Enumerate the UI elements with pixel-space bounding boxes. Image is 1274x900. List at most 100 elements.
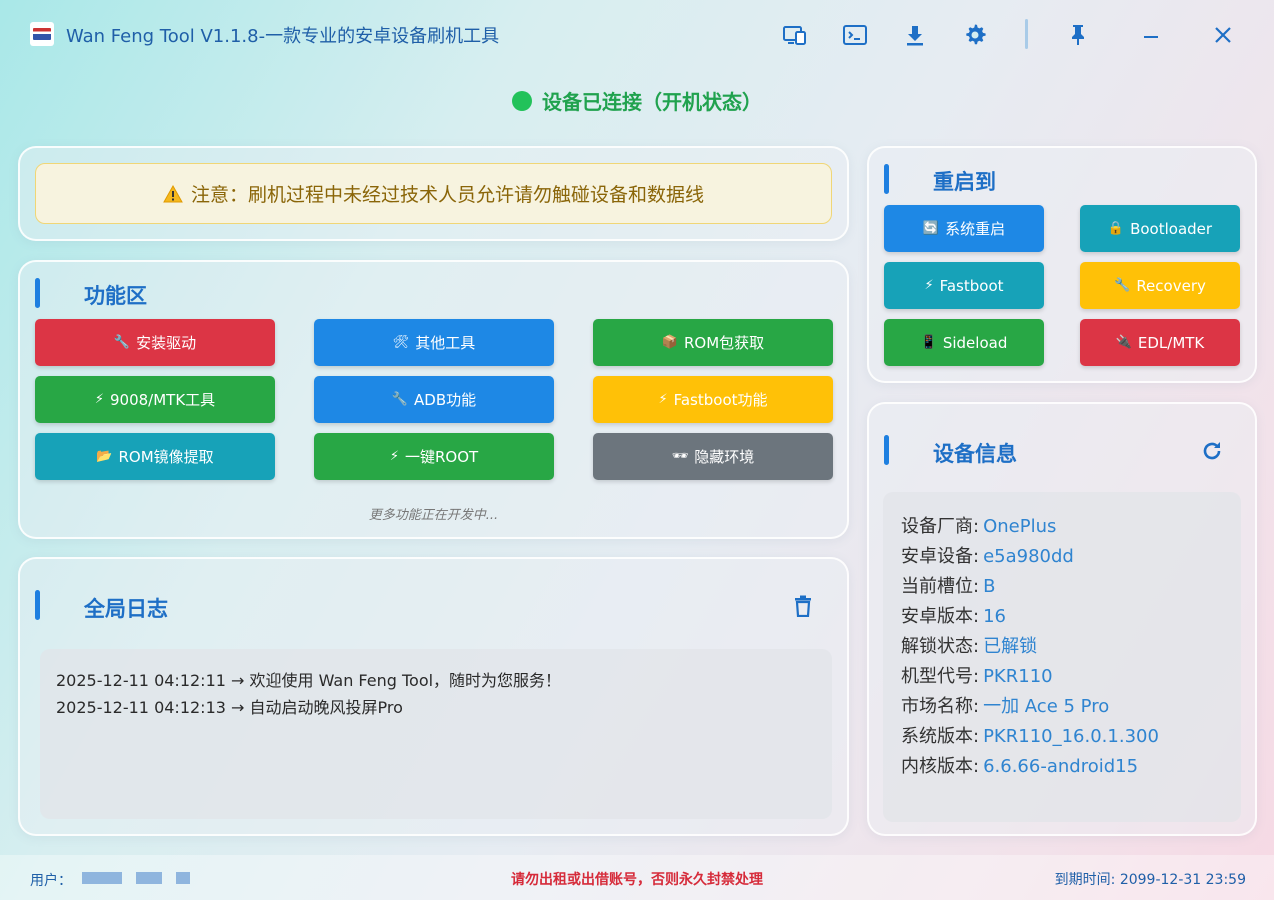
button-label: ADB功能 [414, 391, 477, 409]
lock-icon: 🔒 [1107, 221, 1125, 236]
info-row-vendor: 设备厂商: OnePlus [901, 512, 1223, 542]
log-line: 2025-12-11 04:12:13 → 自动启动晚风投屏Pro [56, 698, 403, 717]
button-label: Fastboot功能 [673, 391, 768, 409]
one-click-root-button[interactable]: ⚡ 一键ROOT [314, 433, 554, 480]
button-label: 其他工具 [415, 334, 476, 352]
lightning-icon: ⚡ [389, 449, 399, 464]
wrench-icon: 🔧 [113, 335, 131, 350]
info-row-kernel-version: 内核版本: 6.6.66-android15 [901, 752, 1223, 782]
info-value: 6.6.66-android15 [983, 756, 1139, 777]
plug-icon: 🔌 [1115, 335, 1132, 350]
info-label: 机型代号: [901, 666, 980, 687]
info-label: 安卓设备: [901, 546, 980, 567]
reboot-edl-mtk-button[interactable]: 🔌 EDL/MTK [1080, 319, 1240, 366]
adb-functions-button[interactable]: 🔧 ADB功能 [314, 376, 554, 423]
section-accent-bar [35, 278, 40, 308]
reboot-system-button[interactable]: 🔄 系统重启 [884, 205, 1044, 252]
terminal-icon[interactable] [840, 20, 870, 50]
info-value: PKR110_16.0.1.300 [983, 726, 1159, 747]
glasses-icon: 🕶 [671, 449, 689, 464]
section-accent-bar [35, 590, 40, 620]
info-label: 解锁状态: [901, 636, 980, 657]
hide-environment-button[interactable]: 🕶 隐藏环境 [593, 433, 833, 480]
info-value: e5a980dd [983, 546, 1074, 567]
titlebar-separator [1025, 19, 1028, 49]
lightning-icon: ⚡ [94, 392, 104, 407]
lightning-icon: ⚡ [658, 392, 668, 407]
status-text: 设备已连接（开机状态） [542, 90, 762, 114]
more-features-note: 更多功能正在开发中... [368, 508, 499, 523]
button-label: ROM镜像提取 [118, 448, 214, 466]
info-value: OnePlus [983, 516, 1057, 537]
phone-icon: 📱 [920, 335, 937, 350]
log-output: 2025-12-11 04:12:11 → 欢迎使用 Wan Feng Tool… [40, 649, 832, 819]
info-row-model: 机型代号: PKR110 [901, 662, 1223, 692]
install-driver-button[interactable]: 🔧 安装驱动 [35, 319, 275, 366]
button-label: EDL/MTK [1137, 333, 1205, 352]
rom-image-extract-button[interactable]: 📂 ROM镜像提取 [35, 433, 275, 480]
functions-title: 功能区 [84, 284, 147, 308]
connection-status: 设备已连接（开机状态） [0, 86, 1274, 115]
app-title: Wan Feng Tool V1.1.8-一款专业的安卓设备刷机工具 [66, 26, 500, 47]
wrench-icon: 🔧 [1114, 278, 1131, 293]
info-label: 当前槽位: [901, 576, 980, 597]
button-label: Recovery [1136, 276, 1206, 295]
refresh-icon[interactable] [1197, 436, 1227, 466]
button-label: Bootloader [1130, 219, 1213, 238]
tools-icon: 🛠 [392, 335, 410, 350]
info-value: 一加 Ace 5 Pro [983, 696, 1110, 717]
info-label: 系统版本: [901, 726, 980, 747]
download-icon[interactable] [900, 20, 930, 50]
info-row-serial: 安卓设备: e5a980dd [901, 542, 1223, 572]
warning-box: 注意：刷机过程中未经过技术人员允许请勿触碰设备和数据线 [35, 163, 832, 224]
info-value: B [983, 576, 996, 597]
logo-mark [33, 28, 51, 40]
title-bar: Wan Feng Tool V1.1.8-一款专业的安卓设备刷机工具 [0, 0, 1274, 70]
footer-bar: 用户： 请勿出租或出借账号，否则永久封禁处理 到期时间: 2099-12-31 … [0, 855, 1274, 900]
button-label: 系统重启 [945, 220, 1006, 238]
info-row-market-name: 市场名称: 一加 Ace 5 Pro [901, 692, 1223, 722]
log-panel: 全局日志 2025-12-11 04:12:11 → 欢迎使用 Wan Feng… [18, 557, 849, 836]
info-label: 设备厂商: [901, 516, 980, 537]
gear-icon[interactable] [960, 20, 990, 50]
reboot-bootloader-button[interactable]: 🔒 Bootloader [1080, 205, 1240, 252]
fastboot-functions-button[interactable]: ⚡ Fastboot功能 [593, 376, 833, 423]
status-dot [512, 90, 532, 111]
info-label: 市场名称: [901, 696, 980, 717]
info-row-system-version: 系统版本: PKR110_16.0.1.300 [901, 722, 1223, 752]
warning-panel: 注意：刷机过程中未经过技术人员允许请勿触碰设备和数据线 [18, 146, 849, 241]
9008-mtk-tools-button[interactable]: ⚡ 9008/MTK工具 [35, 376, 275, 423]
button-label: Sideload [942, 333, 1008, 352]
info-value: 16 [983, 606, 1006, 627]
package-icon: 📦 [661, 335, 678, 350]
log-title: 全局日志 [84, 597, 168, 621]
trash-icon[interactable] [788, 591, 818, 621]
button-label: 9008/MTK工具 [109, 391, 216, 409]
other-tools-button[interactable]: 🛠 其他工具 [314, 319, 554, 366]
reboot-fastboot-button[interactable]: ⚡ Fastboot [884, 262, 1044, 309]
button-label: 安装驱动 [136, 334, 197, 352]
button-label: Fastboot [939, 276, 1004, 295]
section-accent-bar [884, 435, 889, 465]
info-row-slot: 当前槽位: B [901, 572, 1223, 602]
expiry-time: 到期时间: 2099-12-31 23:59 [1054, 872, 1246, 888]
reboot-title: 重启到 [933, 170, 996, 194]
device-info-title: 设备信息 [933, 442, 1017, 466]
reboot-recovery-button[interactable]: 🔧 Recovery [1080, 262, 1240, 309]
info-value: PKR110 [983, 666, 1053, 687]
warning-icon [163, 184, 183, 202]
close-icon[interactable] [1208, 20, 1238, 50]
minimize-icon[interactable] [1136, 20, 1166, 50]
info-row-android-version: 安卓版本: 16 [901, 602, 1223, 632]
reload-icon: 🔄 [922, 221, 940, 236]
section-accent-bar [884, 164, 889, 194]
app-logo [30, 22, 54, 46]
rom-download-button[interactable]: 📦 ROM包获取 [593, 319, 833, 366]
button-label: ROM包获取 [684, 334, 765, 352]
info-value: 已解锁 [983, 636, 1038, 657]
info-row-unlock-state: 解锁状态: 已解锁 [901, 632, 1223, 662]
pin-icon[interactable] [1063, 20, 1093, 50]
warning-text: 注意：刷机过程中未经过技术人员允许请勿触碰设备和数据线 [190, 184, 704, 206]
reboot-sideload-button[interactable]: 📱 Sideload [884, 319, 1044, 366]
screen-mirror-icon[interactable] [780, 20, 810, 50]
